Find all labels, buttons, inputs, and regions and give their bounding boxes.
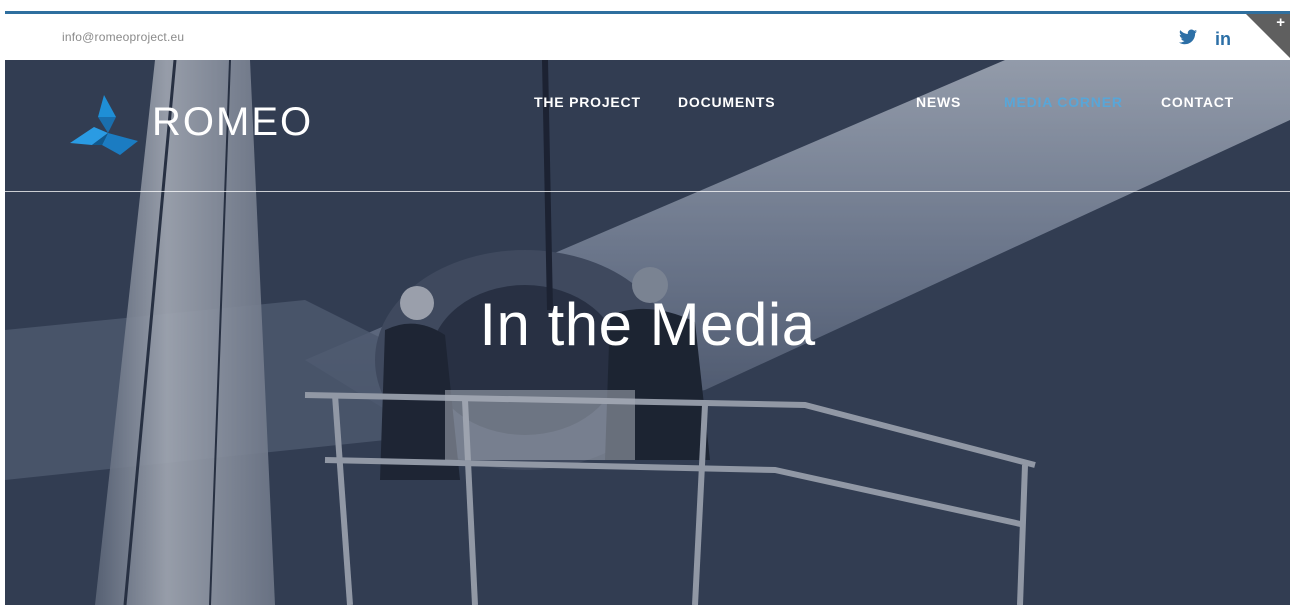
- nav-item-contact[interactable]: CONTACT: [1161, 94, 1234, 110]
- romeo-logo-icon[interactable]: [68, 93, 140, 157]
- top-bar: info@romeoproject.eu in +: [5, 14, 1290, 60]
- contact-email-link[interactable]: info@romeoproject.eu: [62, 30, 184, 44]
- linkedin-icon[interactable]: in: [1215, 29, 1231, 49]
- hero-banner: ROMEO THE PROJECT DOCUMENTS NEWS MEDIA C…: [5, 60, 1290, 605]
- nav-divider: [5, 191, 1290, 192]
- brand-wordmark[interactable]: ROMEO: [152, 100, 313, 145]
- page-title: In the Media: [479, 291, 816, 358]
- twitter-icon[interactable]: [1179, 29, 1199, 49]
- nav-item-documents[interactable]: DOCUMENTS: [678, 94, 775, 110]
- nav-item-media-corner[interactable]: MEDIA CORNER: [1004, 94, 1123, 110]
- nav-item-the-project[interactable]: THE PROJECT: [534, 94, 641, 110]
- nav-item-news[interactable]: NEWS: [916, 94, 961, 110]
- plus-icon[interactable]: +: [1276, 15, 1285, 30]
